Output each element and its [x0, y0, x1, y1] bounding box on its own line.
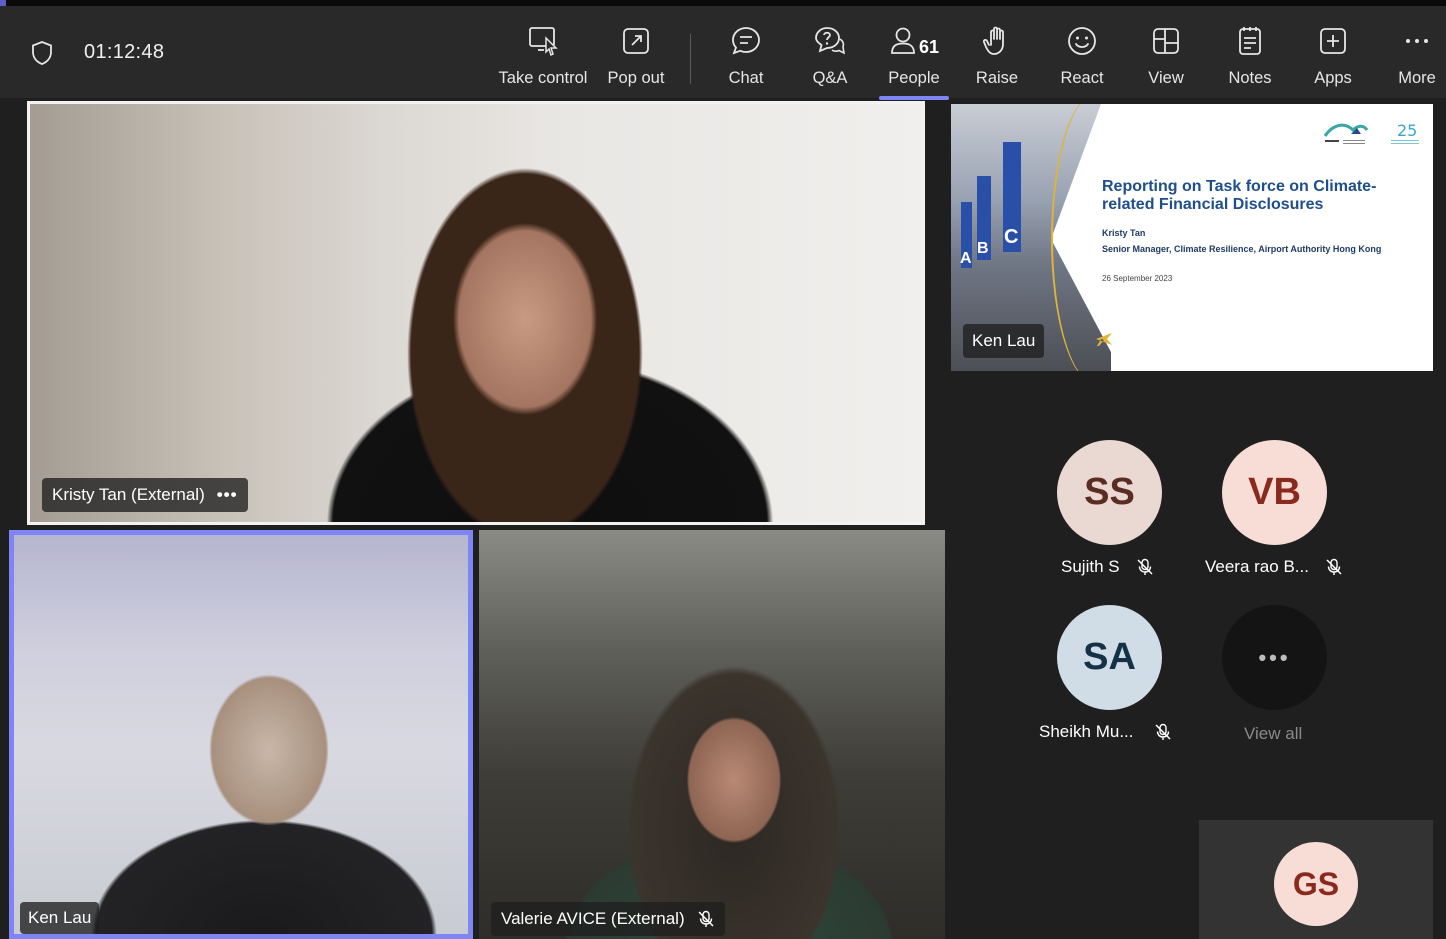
participant-label-sheikh: Sheikh Mu... — [1039, 722, 1172, 742]
participant-name-chip: Ken Lau — [20, 902, 100, 934]
video-tile-valerie[interactable]: Valerie AVICE (External) — [479, 530, 945, 939]
participant-name-chip[interactable]: Kristy Tan (External) ••• — [42, 478, 248, 512]
slide-letter-b: B — [977, 240, 989, 257]
view-label: View — [1148, 69, 1184, 87]
people-icon — [891, 27, 915, 54]
chat-icon — [732, 27, 760, 55]
qa-button[interactable]: Q&A — [806, 18, 854, 98]
take-control-button[interactable]: Take control — [497, 18, 589, 98]
participant-name: Valerie AVICE (External) — [501, 909, 685, 928]
slide-role: Senior Manager, Climate Resilience, Airp… — [1102, 244, 1382, 254]
presenter-name: Ken Lau — [972, 331, 1036, 350]
notes-button[interactable]: Notes — [1225, 18, 1275, 98]
more-button[interactable]: More — [1395, 18, 1439, 98]
chat-label: Chat — [728, 69, 764, 87]
avatar-sujith[interactable]: SS — [1057, 440, 1162, 545]
slide-title: Reporting on Task force on Climate-relat… — [1102, 178, 1377, 213]
meeting-timer: 01:12:48 — [84, 41, 165, 63]
people-count-badge: 61 — [919, 37, 940, 57]
add-app-icon — [1320, 28, 1346, 54]
react-label: React — [1060, 69, 1104, 87]
notes-label: Notes — [1228, 69, 1272, 87]
view-button[interactable]: View — [1144, 18, 1188, 98]
slide-letter-a: A — [960, 250, 972, 267]
presenter-name-chip: Ken Lau — [963, 324, 1045, 358]
pop-out-button[interactable]: Pop out — [602, 18, 670, 98]
slide-date: 26 September 2023 — [1102, 274, 1173, 283]
mic-off-icon — [1154, 723, 1171, 740]
participant-name: Ken Lau — [28, 908, 92, 927]
chat-button[interactable]: Chat — [721, 18, 771, 98]
toolbar-separator — [690, 34, 691, 84]
avatar-gs: GS — [1274, 842, 1358, 926]
people-active-indicator — [879, 96, 949, 100]
notes-icon — [1239, 27, 1261, 55]
airplane-icon — [1096, 333, 1112, 346]
pop-out-label: Pop out — [607, 69, 665, 87]
slide-author: Kristy Tan — [1102, 228, 1146, 238]
view-all-button[interactable]: ••• — [1222, 605, 1327, 710]
shield-icon[interactable] — [30, 40, 54, 66]
video-tile-ken[interactable]: Ken Lau — [9, 530, 473, 939]
participant-label-sujith: Sujith S — [1061, 557, 1154, 577]
participant-name: Sujith S — [1061, 557, 1120, 576]
avatar-initials: SS — [1084, 471, 1135, 513]
take-control-label: Take control — [498, 69, 588, 87]
shared-content-tile[interactable]: A B C 25 Reporting on Task force on Clim… — [951, 104, 1433, 371]
airport-logo — [1323, 123, 1369, 144]
mic-off-icon — [698, 910, 714, 927]
slide-letter-c: C — [1004, 226, 1019, 248]
layout-grid-icon — [1153, 28, 1179, 54]
participant-name: Veera rao B... — [1205, 557, 1309, 576]
view-all-dots-icon: ••• — [1258, 644, 1291, 670]
people-label: People — [888, 69, 940, 87]
anniversary-logo: 25 — [1391, 121, 1419, 144]
react-button[interactable]: React — [1058, 18, 1106, 98]
participant-name: Kristy Tan (External) — [52, 485, 205, 504]
avatar-initials: SA — [1083, 636, 1136, 678]
view-all-label[interactable]: View all — [1244, 724, 1302, 744]
apps-label: Apps — [1314, 69, 1352, 87]
pop-out-icon — [623, 28, 649, 54]
qa-icon — [815, 27, 846, 55]
mic-off-icon — [1326, 558, 1342, 575]
meeting-toolbar: 01:12:48 Take control Pop out Chat Q&A P… — [0, 6, 1446, 100]
mic-off-icon — [1137, 558, 1153, 575]
more-options-icon[interactable]: ••• — [217, 485, 238, 505]
raise-hand-icon — [982, 26, 1004, 55]
more-icon — [1406, 39, 1428, 43]
participant-name-chip: Valerie AVICE (External) — [491, 902, 725, 936]
avatar-veera[interactable]: VB — [1222, 440, 1327, 545]
avatar-initials: VB — [1248, 471, 1301, 513]
participant-label-veera: Veera rao B... — [1205, 557, 1343, 577]
participant-name: Sheikh Mu... — [1039, 722, 1134, 741]
smiley-icon — [1068, 27, 1096, 55]
take-control-icon — [529, 27, 558, 57]
raise-hand-button[interactable]: Raise — [974, 18, 1020, 98]
avatar-initials: GS — [1292, 865, 1340, 902]
qa-label: Q&A — [812, 69, 848, 87]
avatar-sheikh[interactable]: SA — [1057, 605, 1162, 710]
svg-text:25: 25 — [1397, 121, 1417, 140]
raise-label: Raise — [975, 69, 1019, 87]
video-tile-kristy[interactable]: Kristy Tan (External) ••• — [27, 101, 925, 525]
more-label: More — [1398, 69, 1436, 87]
people-button[interactable]: People — [883, 18, 945, 98]
apps-button[interactable]: Apps — [1311, 18, 1355, 98]
self-view-tile[interactable]: GS — [1199, 820, 1433, 939]
